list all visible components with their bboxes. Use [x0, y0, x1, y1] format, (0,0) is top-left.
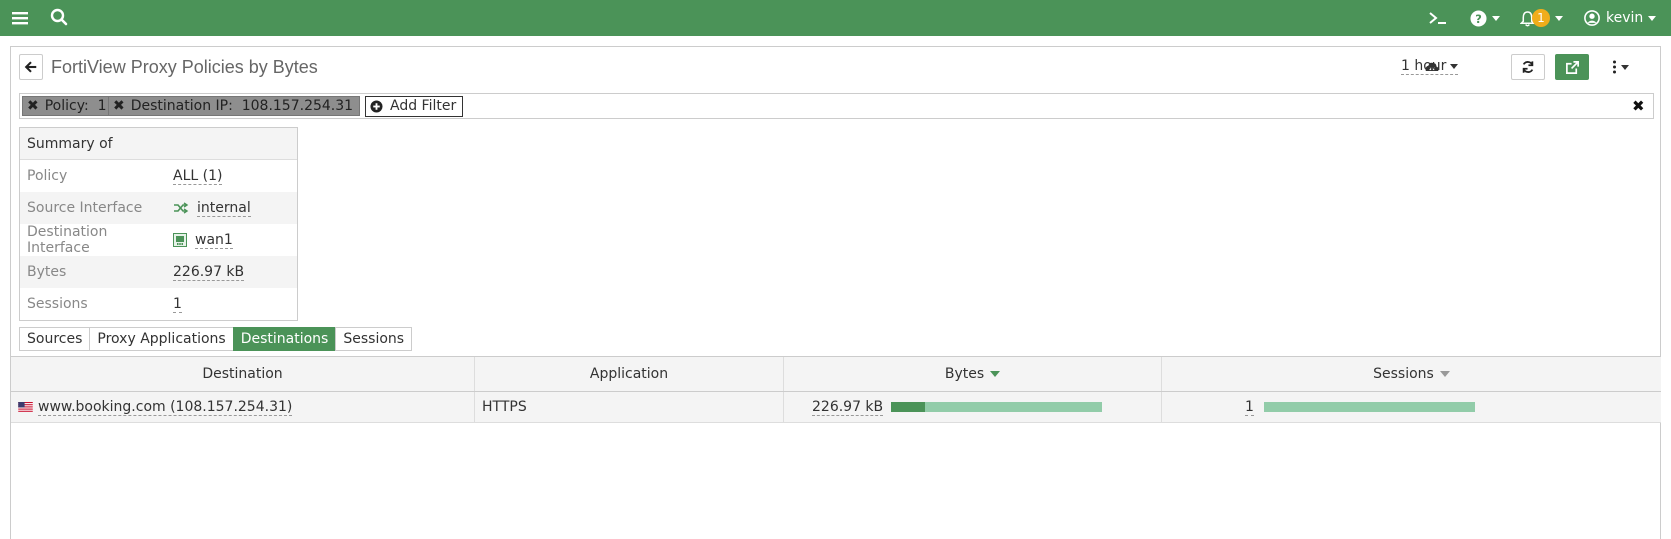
destination-link[interactable]: www.booking.com (108.157.254.31): [38, 399, 293, 416]
summary-title: Summary of: [20, 128, 297, 160]
remove-filter-icon[interactable]: ✖: [27, 98, 39, 114]
column-label: Sessions: [1373, 366, 1434, 382]
summary-row-sessions: Sessions 1: [20, 288, 297, 320]
table-header: Destination Application Bytes Sessions: [11, 356, 1661, 392]
tab-proxy-applications[interactable]: Proxy Applications: [89, 327, 234, 351]
search-icon[interactable]: [50, 8, 68, 26]
filter-bar[interactable]: ✖ Policy: 1 ✖ Destination IP: 108.157.254.…: [19, 93, 1654, 119]
page-title: FortiView Proxy Policies by Bytes: [51, 57, 318, 77]
sessions-value-link[interactable]: 1: [1245, 399, 1254, 416]
cli-console-button[interactable]: [1428, 0, 1448, 36]
tab-sessions[interactable]: Sessions: [335, 327, 413, 351]
us-flag-icon: [18, 402, 33, 412]
fortiview-panel: FortiView Proxy Policies by Bytes 1 hour: [10, 46, 1661, 539]
column-header-bytes[interactable]: Bytes: [784, 357, 1162, 391]
summary-table: Summary of Policy ALL (1) Source Interfa…: [19, 127, 298, 321]
summary-row-policy: Policy ALL (1): [20, 160, 297, 192]
help-icon: ?: [1470, 9, 1487, 27]
summary-label: Bytes: [27, 264, 67, 280]
table-row[interactable]: www.booking.com (108.157.254.31) HTTPS 2…: [11, 392, 1661, 423]
filter-value: 1: [97, 98, 107, 114]
refresh-button[interactable]: [1511, 54, 1545, 80]
column-label: Application: [589, 366, 669, 382]
bytes-value-link[interactable]: 226.97 kB: [173, 264, 245, 281]
summary-label: Sessions: [27, 296, 88, 312]
application-value: HTTPS: [482, 399, 527, 415]
svg-text:?: ?: [1475, 11, 1482, 25]
destinations-table: Destination Application Bytes Sessions w…: [11, 356, 1661, 423]
column-label: Destination: [202, 366, 283, 382]
tab-sources[interactable]: Sources: [19, 327, 91, 351]
sessions-bar: [1263, 402, 1475, 412]
bytes-bar: [891, 402, 1103, 412]
cell-application: HTTPS: [475, 392, 784, 422]
sessions-value-link[interactable]: 1: [173, 296, 182, 313]
bytes-bar-fill: [891, 402, 925, 412]
arrow-left-icon: [24, 61, 37, 73]
summary-label: Source Interface: [27, 200, 143, 216]
time-range-dropdown[interactable]: 1 hour: [1401, 58, 1459, 75]
column-header-application[interactable]: Application: [475, 357, 784, 391]
menu-icon[interactable]: [12, 9, 28, 27]
chevron-down-icon: [1450, 63, 1459, 69]
user-menu-button[interactable]: kevin: [1584, 0, 1657, 36]
more-options-button[interactable]: [1605, 56, 1635, 78]
remove-filter-icon[interactable]: ✖: [113, 98, 125, 114]
filter-key: Policy:: [44, 98, 89, 114]
clear-filters-icon[interactable]: ✖: [1632, 97, 1645, 115]
column-header-sessions[interactable]: Sessions: [1162, 357, 1661, 391]
filter-key: Destination IP:: [130, 98, 233, 114]
notifications-button[interactable]: 1: [1520, 0, 1563, 36]
back-button[interactable]: [19, 54, 43, 80]
summary-row-bytes: Bytes 226.97 kB: [20, 256, 297, 288]
filter-chip-policy[interactable]: ✖ Policy: 1: [22, 96, 114, 116]
column-header-destination[interactable]: Destination: [11, 357, 475, 391]
filter-chip-destination-ip[interactable]: ✖ Destination IP: 108.157.254.31: [108, 96, 361, 116]
cli-console-icon: [1429, 12, 1446, 24]
source-interface-link[interactable]: internal: [197, 200, 251, 217]
filter-value: 108.157.254.31: [241, 98, 354, 114]
cell-sessions: 1: [1162, 392, 1661, 422]
plus-circle-icon: [370, 100, 383, 113]
tab-destinations[interactable]: Destinations: [232, 327, 337, 351]
chevron-down-icon: [1620, 64, 1629, 70]
refresh-icon: [1522, 61, 1534, 73]
vertical-dots-icon: [1612, 60, 1616, 74]
table-body: www.booking.com (108.157.254.31) HTTPS 2…: [11, 392, 1661, 423]
summary-row-destination-interface: Destination Interface wan1: [20, 224, 297, 256]
add-filter-label: Add Filter: [390, 98, 457, 114]
shuffle-interface-icon: [174, 202, 189, 214]
user-name: kevin: [1606, 10, 1644, 26]
destination-interface-link[interactable]: wan1: [195, 232, 233, 249]
external-link-icon: [1565, 60, 1579, 74]
open-in-new-window-button[interactable]: [1555, 54, 1589, 80]
summary-label: Destination Interface: [27, 224, 108, 256]
view-tabs: Sources Proxy Applications Destinations …: [19, 327, 413, 351]
sort-icon: [1439, 371, 1450, 377]
column-label: Bytes: [944, 366, 985, 382]
sort-desc-icon: [990, 371, 1001, 377]
chevron-down-icon: [1648, 15, 1657, 21]
wan-port-icon: [173, 233, 187, 247]
chevron-down-icon: [1492, 15, 1500, 21]
add-filter-button[interactable]: Add Filter: [365, 96, 464, 117]
chevron-down-icon: [1555, 15, 1563, 21]
policy-value-link[interactable]: ALL (1): [173, 168, 223, 185]
time-range-label: 1 hour: [1401, 58, 1447, 74]
notification-count-badge: 1: [1532, 9, 1550, 27]
cell-destination: www.booking.com (108.157.254.31): [11, 392, 475, 422]
bytes-value-link[interactable]: 226.97 kB: [812, 399, 884, 416]
help-menu-button[interactable]: ?: [1470, 0, 1500, 36]
summary-row-source-interface: Source Interface internal: [20, 192, 297, 224]
summary-label: Policy: [27, 168, 68, 184]
user-icon: [1584, 10, 1600, 26]
cell-bytes: 226.97 kB: [784, 392, 1162, 422]
top-bar: ? 1 kevin: [0, 0, 1671, 36]
